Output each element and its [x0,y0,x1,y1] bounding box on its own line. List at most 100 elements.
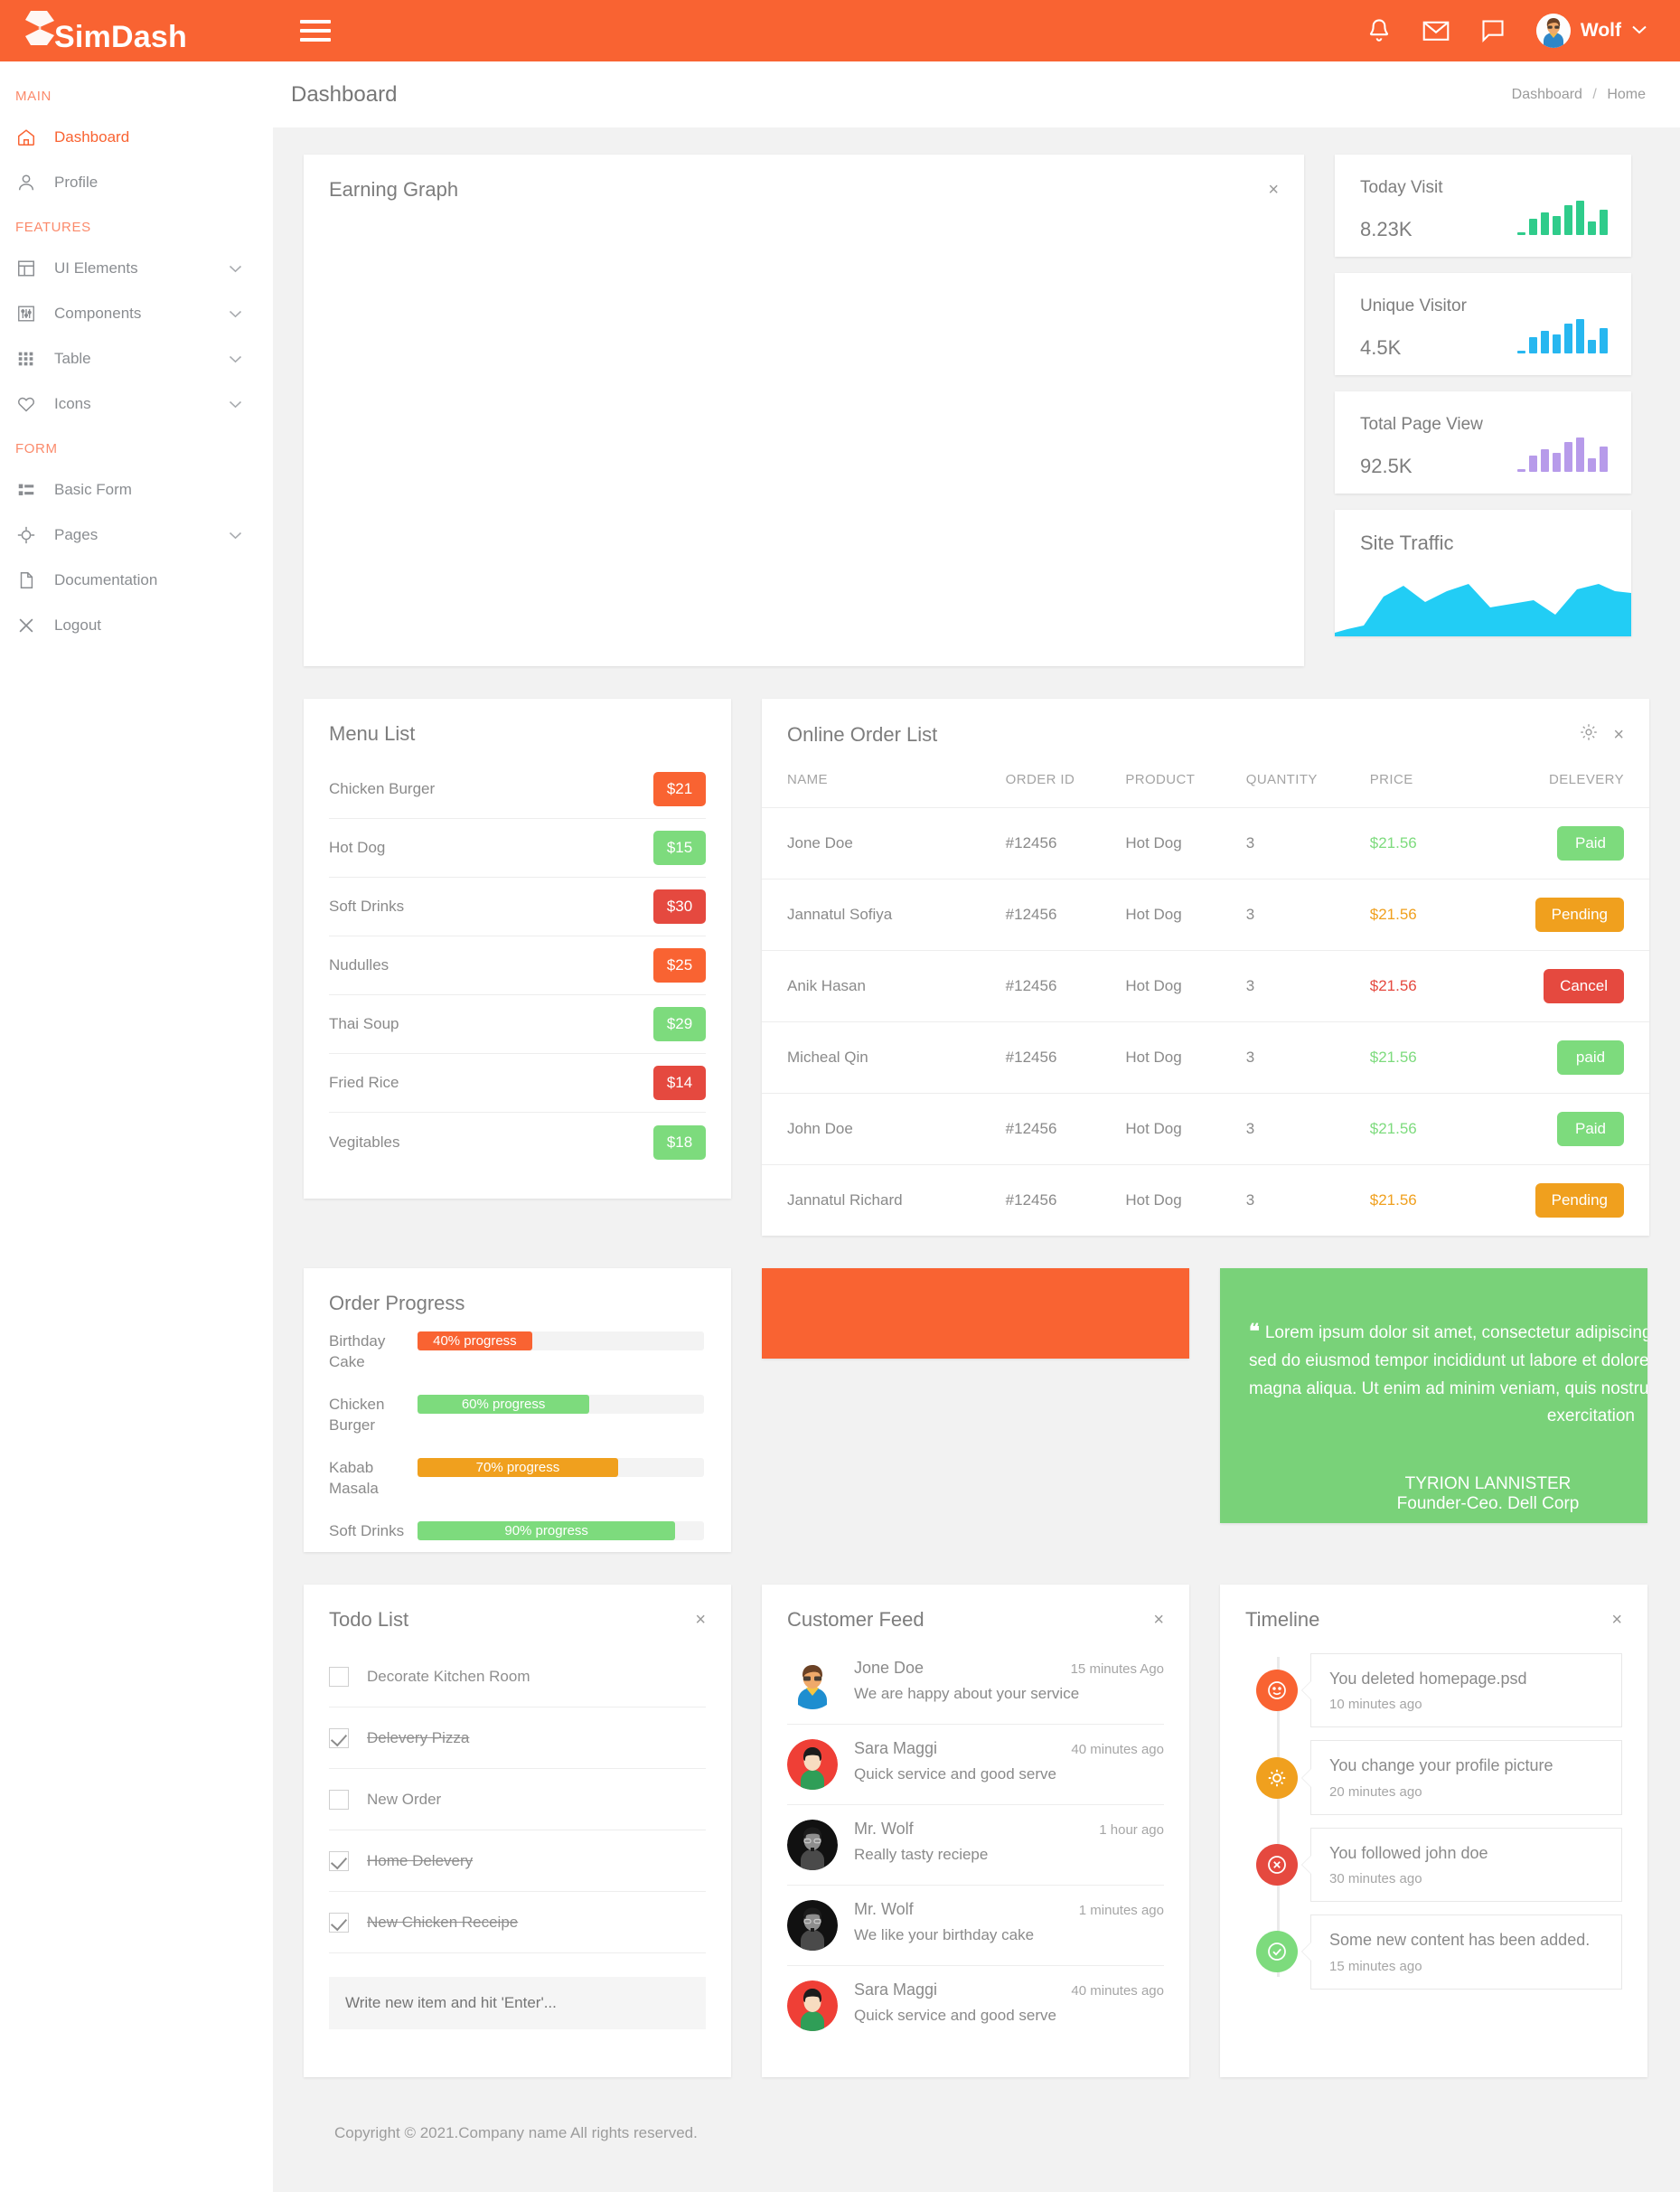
cell-order-id: #12456 [1005,879,1126,951]
cell-order-id: #12456 [1005,1164,1126,1236]
list-item[interactable]: Hot Dog $15 [329,819,706,878]
cell-product: Hot Dog [1125,879,1246,951]
list-item[interactable]: You deleted homepage.psd 10 minutes ago [1256,1653,1622,1728]
sidebar-item-dashboard[interactable]: Dashboard [0,115,273,160]
chevron-down-icon[interactable] [229,395,242,413]
status-badge[interactable]: paid [1557,1040,1624,1075]
chevron-down-icon[interactable] [1631,22,1647,40]
list-item[interactable]: Sara Maggi 40 minutes ago Quick service … [787,1725,1164,1805]
chevron-down-icon[interactable] [229,305,242,323]
table-row[interactable]: Anik Hasan #12456 Hot Dog 3 $21.56 Cance… [762,950,1649,1022]
todo-checkbox[interactable] [329,1850,349,1871]
list-item[interactable]: Soft Drinks $30 [329,878,706,936]
sidebar-item-documentation[interactable]: Documentation [0,558,273,603]
list-item[interactable]: Chicken Burger $21 [329,760,706,819]
cell-price: $21.56 [1369,879,1451,951]
todo-checkbox[interactable] [329,1912,349,1933]
cell-order-id: #12456 [1005,950,1126,1022]
list-item[interactable]: Delevery Pizza [329,1708,706,1769]
card-title: Online Order List [787,722,938,746]
gear-icon[interactable] [1579,722,1599,747]
list-item[interactable]: Mr. Wolf 1 hour ago Really tasty reciepe [787,1805,1164,1886]
close-icon[interactable]: × [1611,1611,1622,1629]
table-row[interactable]: John Doe #12456 Hot Dog 3 $21.56 Paid [762,1093,1649,1165]
card-title: Menu List [329,722,416,745]
table-row[interactable]: Micheal Qin #12456 Hot Dog 3 $21.56 paid [762,1021,1649,1094]
user-menu[interactable]: Wolf [1535,14,1647,48]
list-item[interactable]: New Chicken Receipe [329,1892,706,1953]
logo-text: SimDash [54,20,187,54]
chat-icon[interactable] [1480,18,1506,43]
list-item[interactable]: You followed john doe 30 minutes ago [1256,1827,1622,1903]
quote-line-2: sed do eiusmod tempor incididunt ut labo… [1249,1350,1647,1370]
mail-icon[interactable] [1422,20,1450,42]
timeline-card: Timeline × You deleted homepage.psd 10 m… [1220,1585,1647,2077]
card-title: Earning Graph [329,178,459,201]
todo-new-item-input[interactable] [329,1977,706,2029]
orange-placeholder-block [762,1268,1189,1359]
cell-quantity: 3 [1245,1021,1370,1094]
footer-copyright: Copyright © 2021.Company name All rights… [334,2124,698,2141]
list-item[interactable]: Sara Maggi 40 minutes ago Quick service … [787,1966,1164,2046]
list-item[interactable]: Thai Soup $29 [329,995,706,1054]
sidebar-item-label: Logout [54,616,101,634]
close-icon[interactable]: × [1153,1611,1164,1629]
bell-icon[interactable] [1366,17,1392,44]
stat-card-today-visit: Today Visit 8.23K [1335,155,1631,257]
cell-order-id: #12456 [1005,1093,1126,1165]
column-header-delevery: DELEVERY [1549,772,1624,787]
progress-fill: 90% progress [418,1520,676,1540]
list-item[interactable]: Mr. Wolf 1 minutes ago We like your birt… [787,1886,1164,1966]
table-row[interactable]: Jone Doe #12456 Hot Dog 3 $21.56 Paid [762,807,1649,880]
cell-name: Jannatul Richard [762,1164,1006,1236]
sidebar-item-pages[interactable]: Pages [0,513,273,558]
list-item[interactable]: Jone Doe 15 minutes Ago We are happy abo… [787,1644,1164,1725]
hamburger-icon[interactable] [300,20,331,42]
todo-checkbox[interactable] [329,1789,349,1810]
sidebar-item-table[interactable]: Table [0,336,273,381]
list-item[interactable]: You change your profile picture 20 minut… [1256,1740,1622,1815]
progress-item: Birthday Cake 40% progress [329,1330,704,1373]
cell-price: $21.56 [1369,1093,1451,1165]
list-item[interactable]: Some new content has been added. 15 minu… [1256,1914,1622,1990]
sidebar-item-basic-form[interactable]: Basic Form [0,467,273,513]
chevron-down-icon[interactable] [229,526,242,544]
chevron-down-icon[interactable] [229,259,242,278]
table-row[interactable]: Jannatul Richard #12456 Hot Dog 3 $21.56… [762,1164,1649,1236]
menu-item-name: Vegitables [329,1133,400,1151]
list-item[interactable]: New Order [329,1769,706,1830]
close-icon[interactable]: × [1268,181,1279,199]
sidebar-item-profile[interactable]: Profile [0,160,273,205]
status-badge[interactable]: Cancel [1544,969,1624,1003]
status-badge[interactable]: Pending [1535,898,1624,932]
dashboard-row-2: Menu List Chicken Burger $21 Hot Dog $15… [304,699,1649,1236]
list-item[interactable]: Decorate Kitchen Room [329,1646,706,1708]
chevron-down-icon[interactable] [229,350,242,368]
sidebar-item-components[interactable]: Components [0,291,273,336]
todo-checkbox[interactable] [329,1666,349,1687]
todo-label: Decorate Kitchen Room [367,1667,530,1685]
todo-checkbox[interactable] [329,1727,349,1748]
close-icon[interactable]: × [1613,726,1624,744]
status-badge[interactable]: Paid [1557,1112,1624,1146]
cell-order-id: #12456 [1005,807,1126,880]
list-item[interactable]: Vegitables $18 [329,1113,706,1171]
sidebar-item-logout[interactable]: Logout [0,603,273,648]
cell-price: $21.56 [1369,950,1451,1022]
list-item[interactable]: Fried Rice $14 [329,1054,706,1113]
card-title: Site Traffic [1360,532,1454,554]
sidebar-item-icons[interactable]: Icons [0,381,273,427]
close-icon[interactable]: × [695,1611,706,1629]
user-icon [16,173,42,193]
status-badge[interactable]: Paid [1557,826,1624,861]
list-item[interactable]: Home Delevery [329,1830,706,1892]
table-row[interactable]: Jannatul Sofiya #12456 Hot Dog 3 $21.56 … [762,879,1649,951]
timeline-timestamp: 20 minutes ago [1329,1783,1422,1800]
sidebar-item-ui-elements[interactable]: UI Elements [0,246,273,291]
breadcrumb-parent[interactable]: Dashboard [1512,87,1582,102]
status-badge[interactable]: Pending [1535,1183,1624,1218]
progress-item: Kabab Masala 70% progress [329,1456,704,1500]
list-item[interactable]: Nudulles $25 [329,936,706,995]
form-icon [16,480,42,500]
brand-logo[interactable]: SimDash [0,0,273,61]
